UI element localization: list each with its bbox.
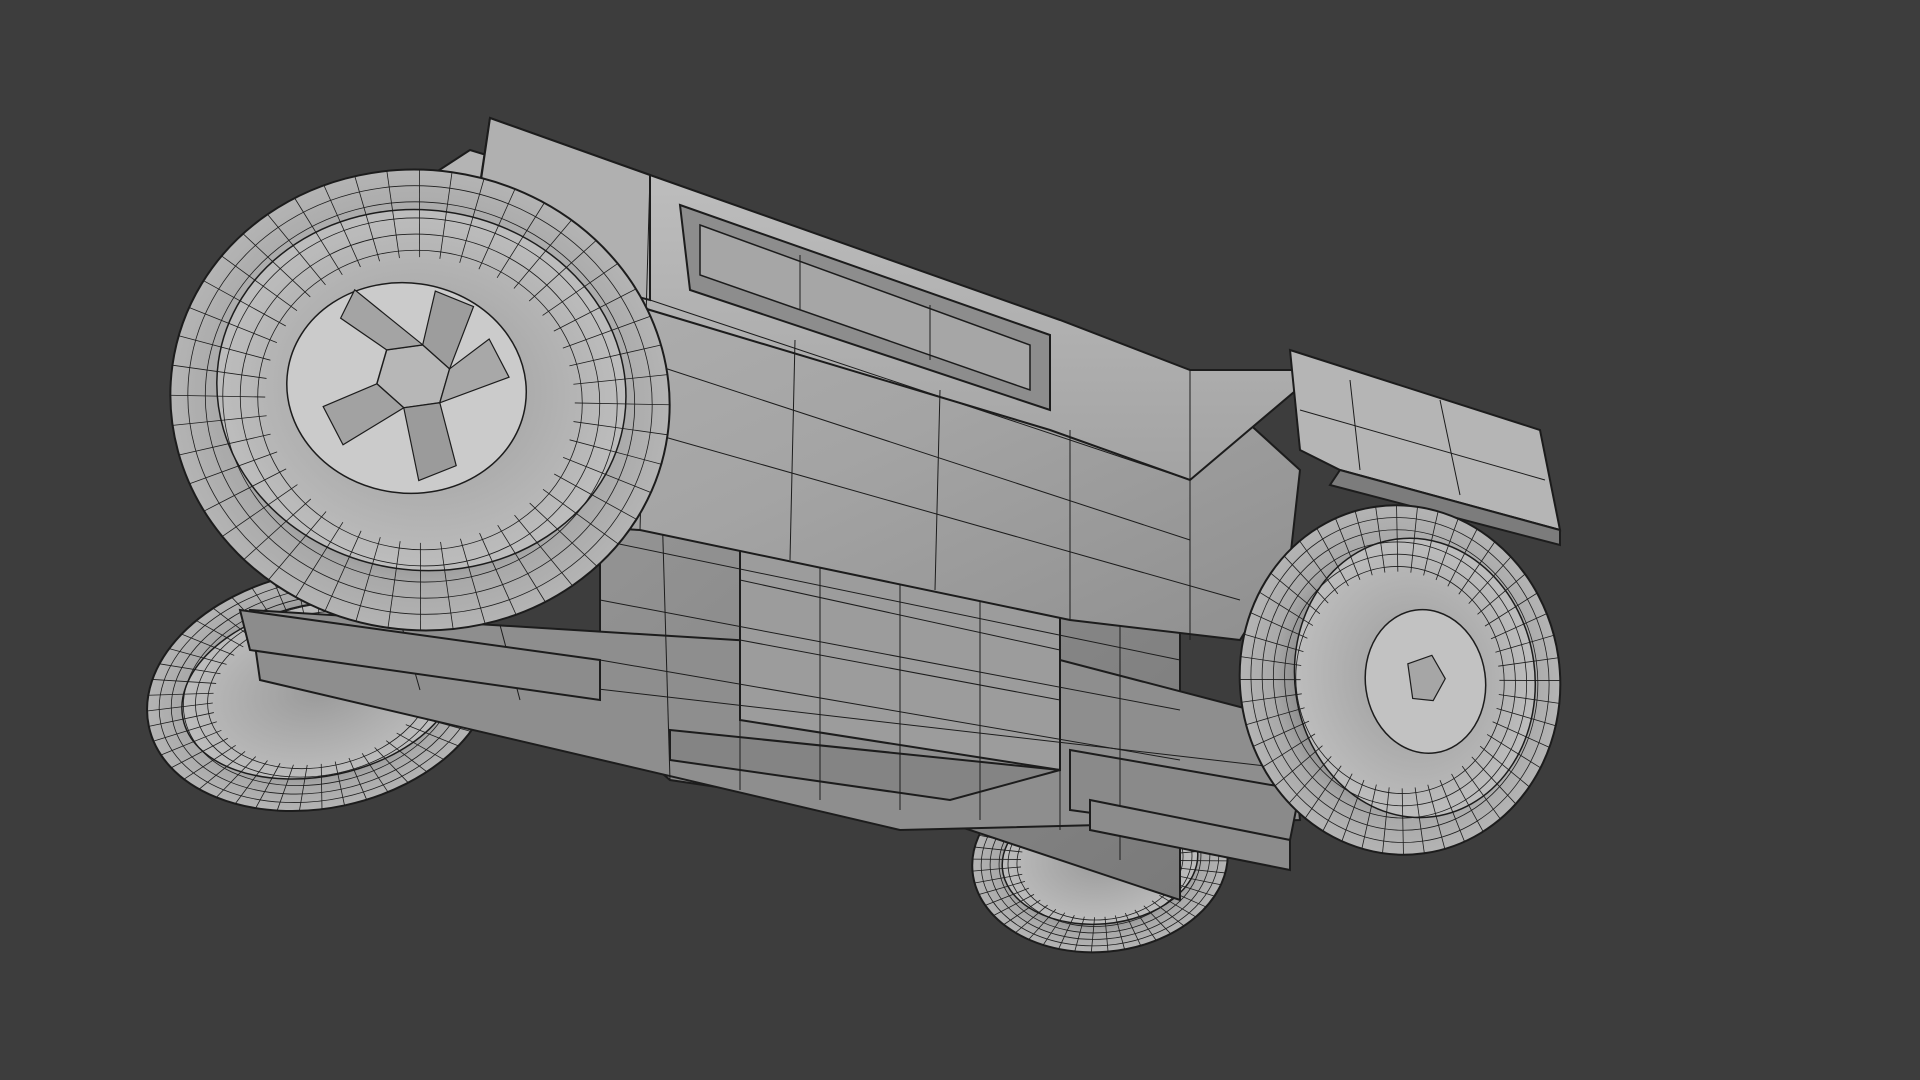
3d-viewport[interactable] (0, 0, 1920, 1080)
viewport-canvas[interactable] (0, 0, 1920, 1080)
